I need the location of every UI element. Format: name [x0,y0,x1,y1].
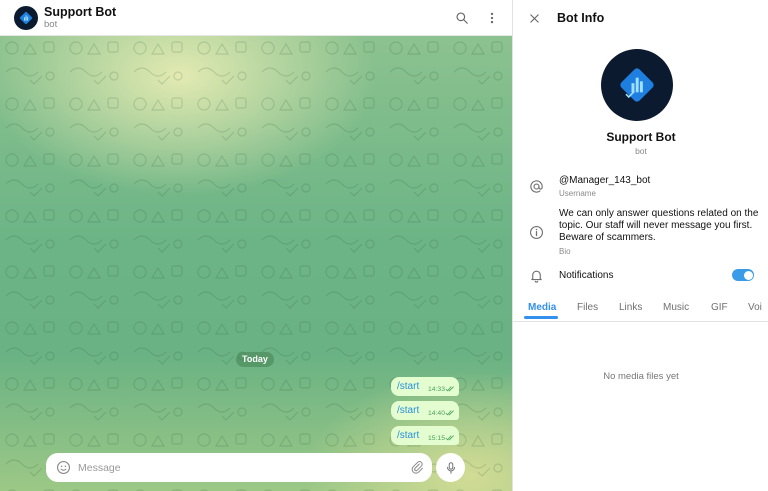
bot-info-pane: Bot Info Support Bot bot @Manager_143_bo… [512,0,768,491]
username-label: Username [559,189,596,198]
bot-kind: bot [635,146,647,156]
tab-links[interactable]: Links [619,302,642,313]
message-bubble[interactable]: /start 15:15 [391,426,459,445]
media-tabs: Media Files Links Music GIF Voi [513,296,768,322]
chat-subtitle: bot [44,19,58,30]
mic-button[interactable] [436,453,465,482]
message-time: 14:40 [427,410,445,417]
close-icon[interactable] [527,11,541,25]
chat-header[interactable]: Support Bot bot [0,0,512,36]
chat-background [0,36,512,491]
tab-music[interactable]: Music [663,302,689,313]
chat-title-block[interactable]: Support Bot bot [44,5,116,30]
more-vertical-icon[interactable] [484,10,500,26]
message-input[interactable] [78,461,398,474]
message-composer [46,453,432,482]
empty-media-message: No media files yet [603,371,679,382]
bot-avatar[interactable] [14,5,38,30]
mic-icon [446,461,455,474]
tab-voice[interactable]: Voi [748,302,762,313]
message-text[interactable]: /start [397,381,419,392]
message-time: 14:33 [427,386,445,393]
double-check-icon [445,435,454,441]
notifications-toggle[interactable] [732,269,754,281]
doodle-pattern [0,36,512,491]
info-icon [530,226,543,239]
info-header: Bot Info [513,0,768,36]
bio-label: Bio [559,247,571,256]
notifications-label: Notifications [559,270,614,281]
bot-logo-icon [19,11,33,24]
chat-header-actions [454,0,500,36]
active-tab-indicator [524,316,558,319]
message-time: 15:15 [427,435,445,442]
message-bubble[interactable]: /start 14:33 [391,377,459,396]
message-text[interactable]: /start [397,405,419,416]
chat-pane: Support Bot bot Today /start 14:33 /star… [0,0,512,491]
chat-title: Support Bot [44,5,117,19]
double-check-icon [445,410,454,416]
double-check-icon [445,386,454,392]
date-divider: Today [236,352,274,367]
username-value[interactable]: @Manager_143_bot [559,175,650,187]
message-bubble[interactable]: /start 14:40 [391,401,459,420]
bot-avatar-large[interactable] [601,49,673,121]
bot-logo-icon [620,68,654,102]
info-title: Bot Info [557,11,605,25]
search-icon[interactable] [454,10,470,26]
bell-icon [531,270,542,283]
attach-icon[interactable] [410,460,424,475]
at-icon [530,180,543,193]
tab-gif[interactable]: GIF [711,302,728,313]
message-text[interactable]: /start [397,430,419,441]
tab-files[interactable]: Files [577,302,598,313]
bio-text: We can only answer questions related on … [559,208,759,243]
emoji-icon[interactable] [56,460,71,475]
tab-media[interactable]: Media [528,302,556,313]
bot-name: Support Bot [606,130,676,144]
toggle-knob [743,270,753,280]
